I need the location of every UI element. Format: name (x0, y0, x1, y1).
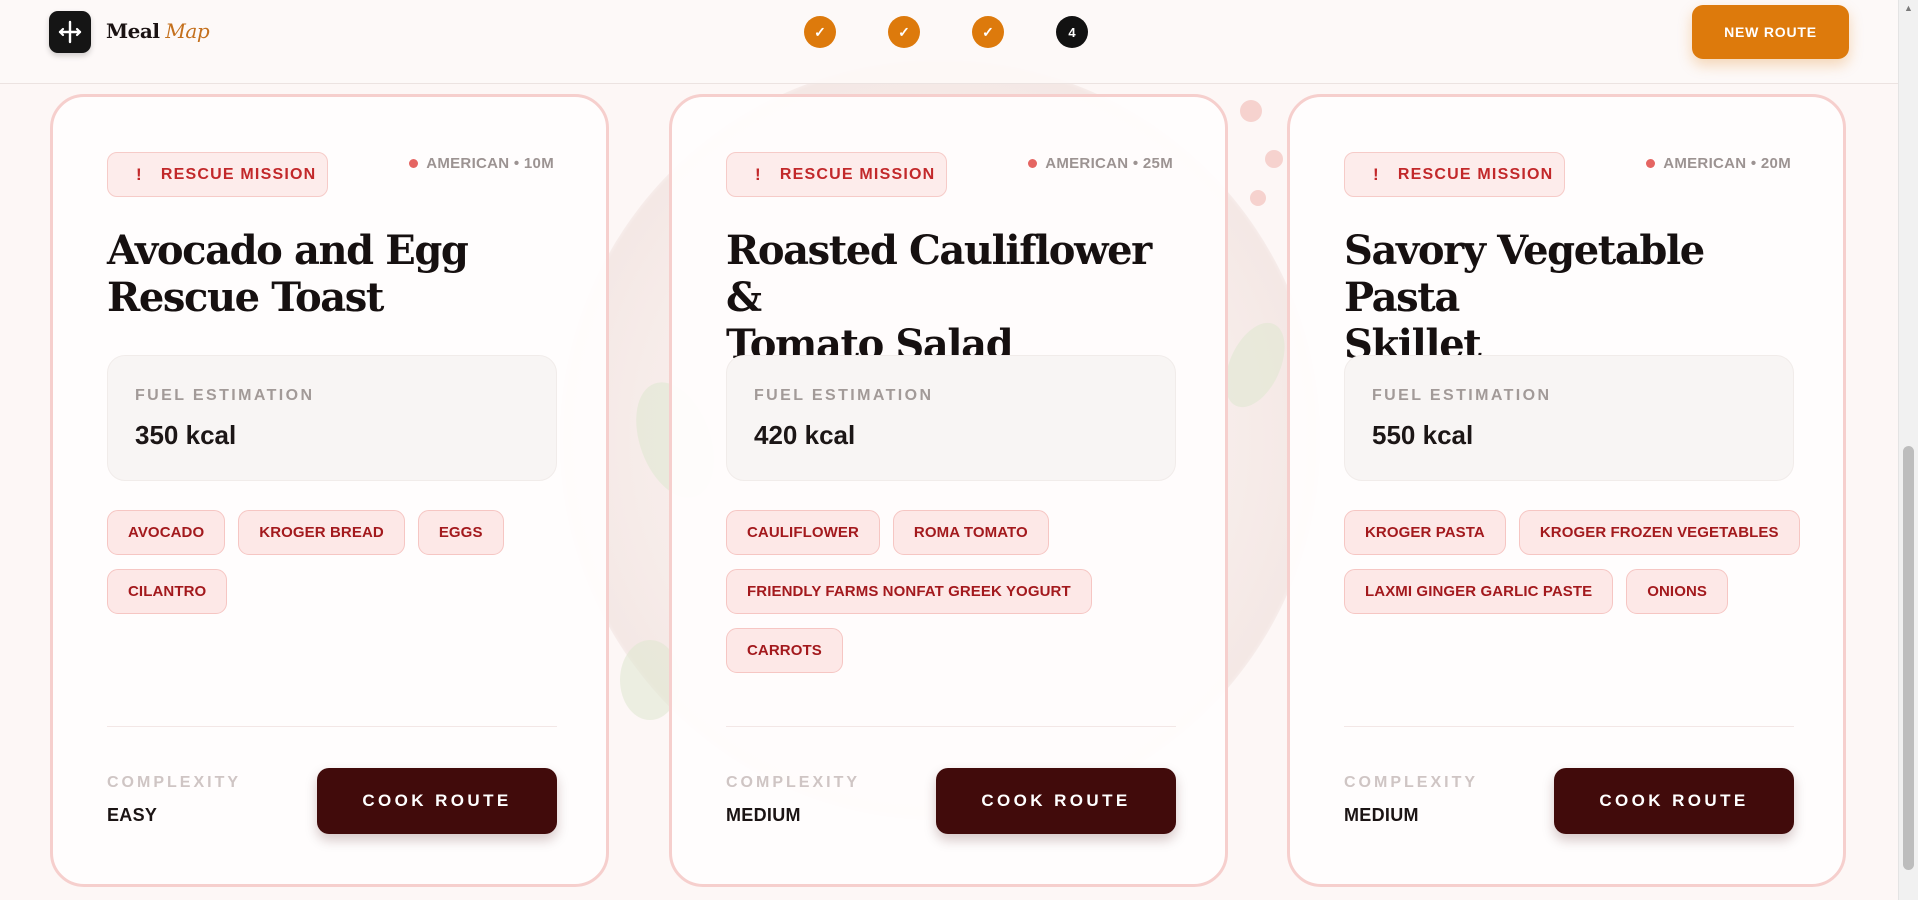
divider (107, 726, 557, 727)
step-2-check-icon[interactable]: ✓ (888, 16, 920, 48)
ingredient-tag: CILANTRO (107, 569, 228, 614)
ingredient-tag: AVOCADO (107, 510, 226, 555)
alert-icon: ! (755, 164, 762, 184)
status-dot-icon (1028, 159, 1038, 168)
progress-steps: ✓ ✓ ✓ 4 (804, 16, 1088, 48)
cook-route-button[interactable]: COOK ROUTE (317, 768, 557, 834)
fuel-label: FUEL ESTIMATION (1372, 387, 1552, 404)
top-bar: Meal Map ✓ ✓ ✓ 4 NEW ROUTE (0, 0, 1898, 84)
alert-icon: ! (1373, 164, 1380, 184)
fuel-estimation-panel: FUEL ESTIMATION 550 kcal (1344, 355, 1794, 481)
complexity-value: MEDIUM (1344, 805, 1419, 825)
fuel-value: 350 kcal (135, 420, 237, 450)
divider (726, 726, 1176, 727)
scroll-up-arrow-icon[interactable]: ▲ (1904, 3, 1913, 13)
fuel-estimation-panel: FUEL ESTIMATION 350 kcal (107, 355, 557, 481)
mission-label: RESCUE MISSION (1397, 165, 1554, 183)
complexity-label: COMPLEXITY (726, 774, 861, 791)
complexity-value: MEDIUM (726, 805, 801, 825)
ingredient-tag: CARROTS (726, 628, 843, 673)
title-line-2: Rescue Toast (107, 274, 384, 321)
recipe-title: Savory Vegetable Pasta Skillet (1344, 227, 1814, 368)
cuisine-time-meta: AMERICAN • 20M (1646, 155, 1791, 172)
new-route-button[interactable]: NEW ROUTE (1692, 5, 1849, 59)
fuel-label: FUEL ESTIMATION (135, 387, 315, 404)
fuel-value: 550 kcal (1372, 420, 1474, 450)
recipe-title: Roasted Cauliflower & Tomato Salad (726, 227, 1196, 368)
title-line-1: Avocado and Egg (107, 227, 469, 274)
ingredient-tag: CAULIFLOWER (726, 510, 880, 555)
cook-route-button[interactable]: COOK ROUTE (1554, 768, 1794, 834)
recipe-card: ! RESCUE MISSION AMERICAN • 25M Roasted … (669, 94, 1228, 887)
fuel-estimation-panel: FUEL ESTIMATION 420 kcal (726, 355, 1176, 481)
step-3-check-icon[interactable]: ✓ (972, 16, 1004, 48)
cuisine-time-meta: AMERICAN • 10M (409, 155, 554, 172)
ingredient-tag: ROMA TOMATO (892, 510, 1049, 555)
scroll-thumb[interactable] (1903, 446, 1914, 870)
title-line-1: Savory Vegetable Pasta (1344, 227, 1705, 321)
divider (1344, 726, 1794, 727)
brand-word: Meal (106, 19, 160, 43)
ingredient-tag: KROGER FROZEN VEGETABLES (1518, 510, 1800, 555)
mission-label: RESCUE MISSION (160, 165, 317, 183)
meta-text: AMERICAN • 25M (1045, 155, 1173, 172)
step-4-current[interactable]: 4 (1056, 16, 1088, 48)
complexity-label: COMPLEXITY (107, 774, 242, 791)
meta-text: AMERICAN • 10M (426, 155, 554, 172)
complexity-value: EASY (107, 805, 158, 825)
ingredient-tag: FRIENDLY FARMS NONFAT GREEK YOGURT (726, 569, 1092, 614)
recipe-card: ! RESCUE MISSION AMERICAN • 10M Avocado … (50, 94, 609, 887)
fuel-label: FUEL ESTIMATION (754, 387, 934, 404)
ingredient-tag: EGGS (417, 510, 504, 555)
ingredient-tags: KROGER PASTA KROGER FROZEN VEGETABLES LA… (1344, 510, 1804, 614)
brand-name[interactable]: Meal Map (106, 19, 210, 43)
logo-icon[interactable] (49, 11, 91, 53)
rescue-mission-badge: ! RESCUE MISSION (1344, 152, 1565, 197)
ingredient-tag: ONIONS (1626, 569, 1729, 614)
ingredient-tag: KROGER BREAD (238, 510, 405, 555)
brand-accent-word: Map (165, 19, 210, 43)
ingredient-tag: LAXMI GINGER GARLIC PASTE (1344, 569, 1614, 614)
fuel-value: 420 kcal (754, 420, 856, 450)
ingredient-tags: AVOCADO KROGER BREAD EGGS CILANTRO (107, 510, 567, 614)
ingredient-tags: CAULIFLOWER ROMA TOMATO FRIENDLY FARMS N… (726, 510, 1186, 673)
rescue-mission-badge: ! RESCUE MISSION (726, 152, 947, 197)
recipe-card: ! RESCUE MISSION AMERICAN • 20M Savory V… (1287, 94, 1846, 887)
status-dot-icon (1646, 159, 1656, 168)
complexity-label: COMPLEXITY (1344, 774, 1479, 791)
vertical-scrollbar[interactable]: ▲ (1898, 0, 1918, 900)
mission-label: RESCUE MISSION (779, 165, 936, 183)
cuisine-time-meta: AMERICAN • 25M (1028, 155, 1173, 172)
cook-route-button[interactable]: COOK ROUTE (936, 768, 1176, 834)
step-1-check-icon[interactable]: ✓ (804, 16, 836, 48)
rescue-mission-badge: ! RESCUE MISSION (107, 152, 328, 197)
meta-text: AMERICAN • 20M (1663, 155, 1791, 172)
ingredient-tag: KROGER PASTA (1344, 510, 1506, 555)
recipe-title: Avocado and Egg Rescue Toast (107, 227, 577, 321)
title-line-1: Roasted Cauliflower & (726, 227, 1152, 321)
status-dot-icon (409, 159, 419, 168)
alert-icon: ! (136, 164, 143, 184)
